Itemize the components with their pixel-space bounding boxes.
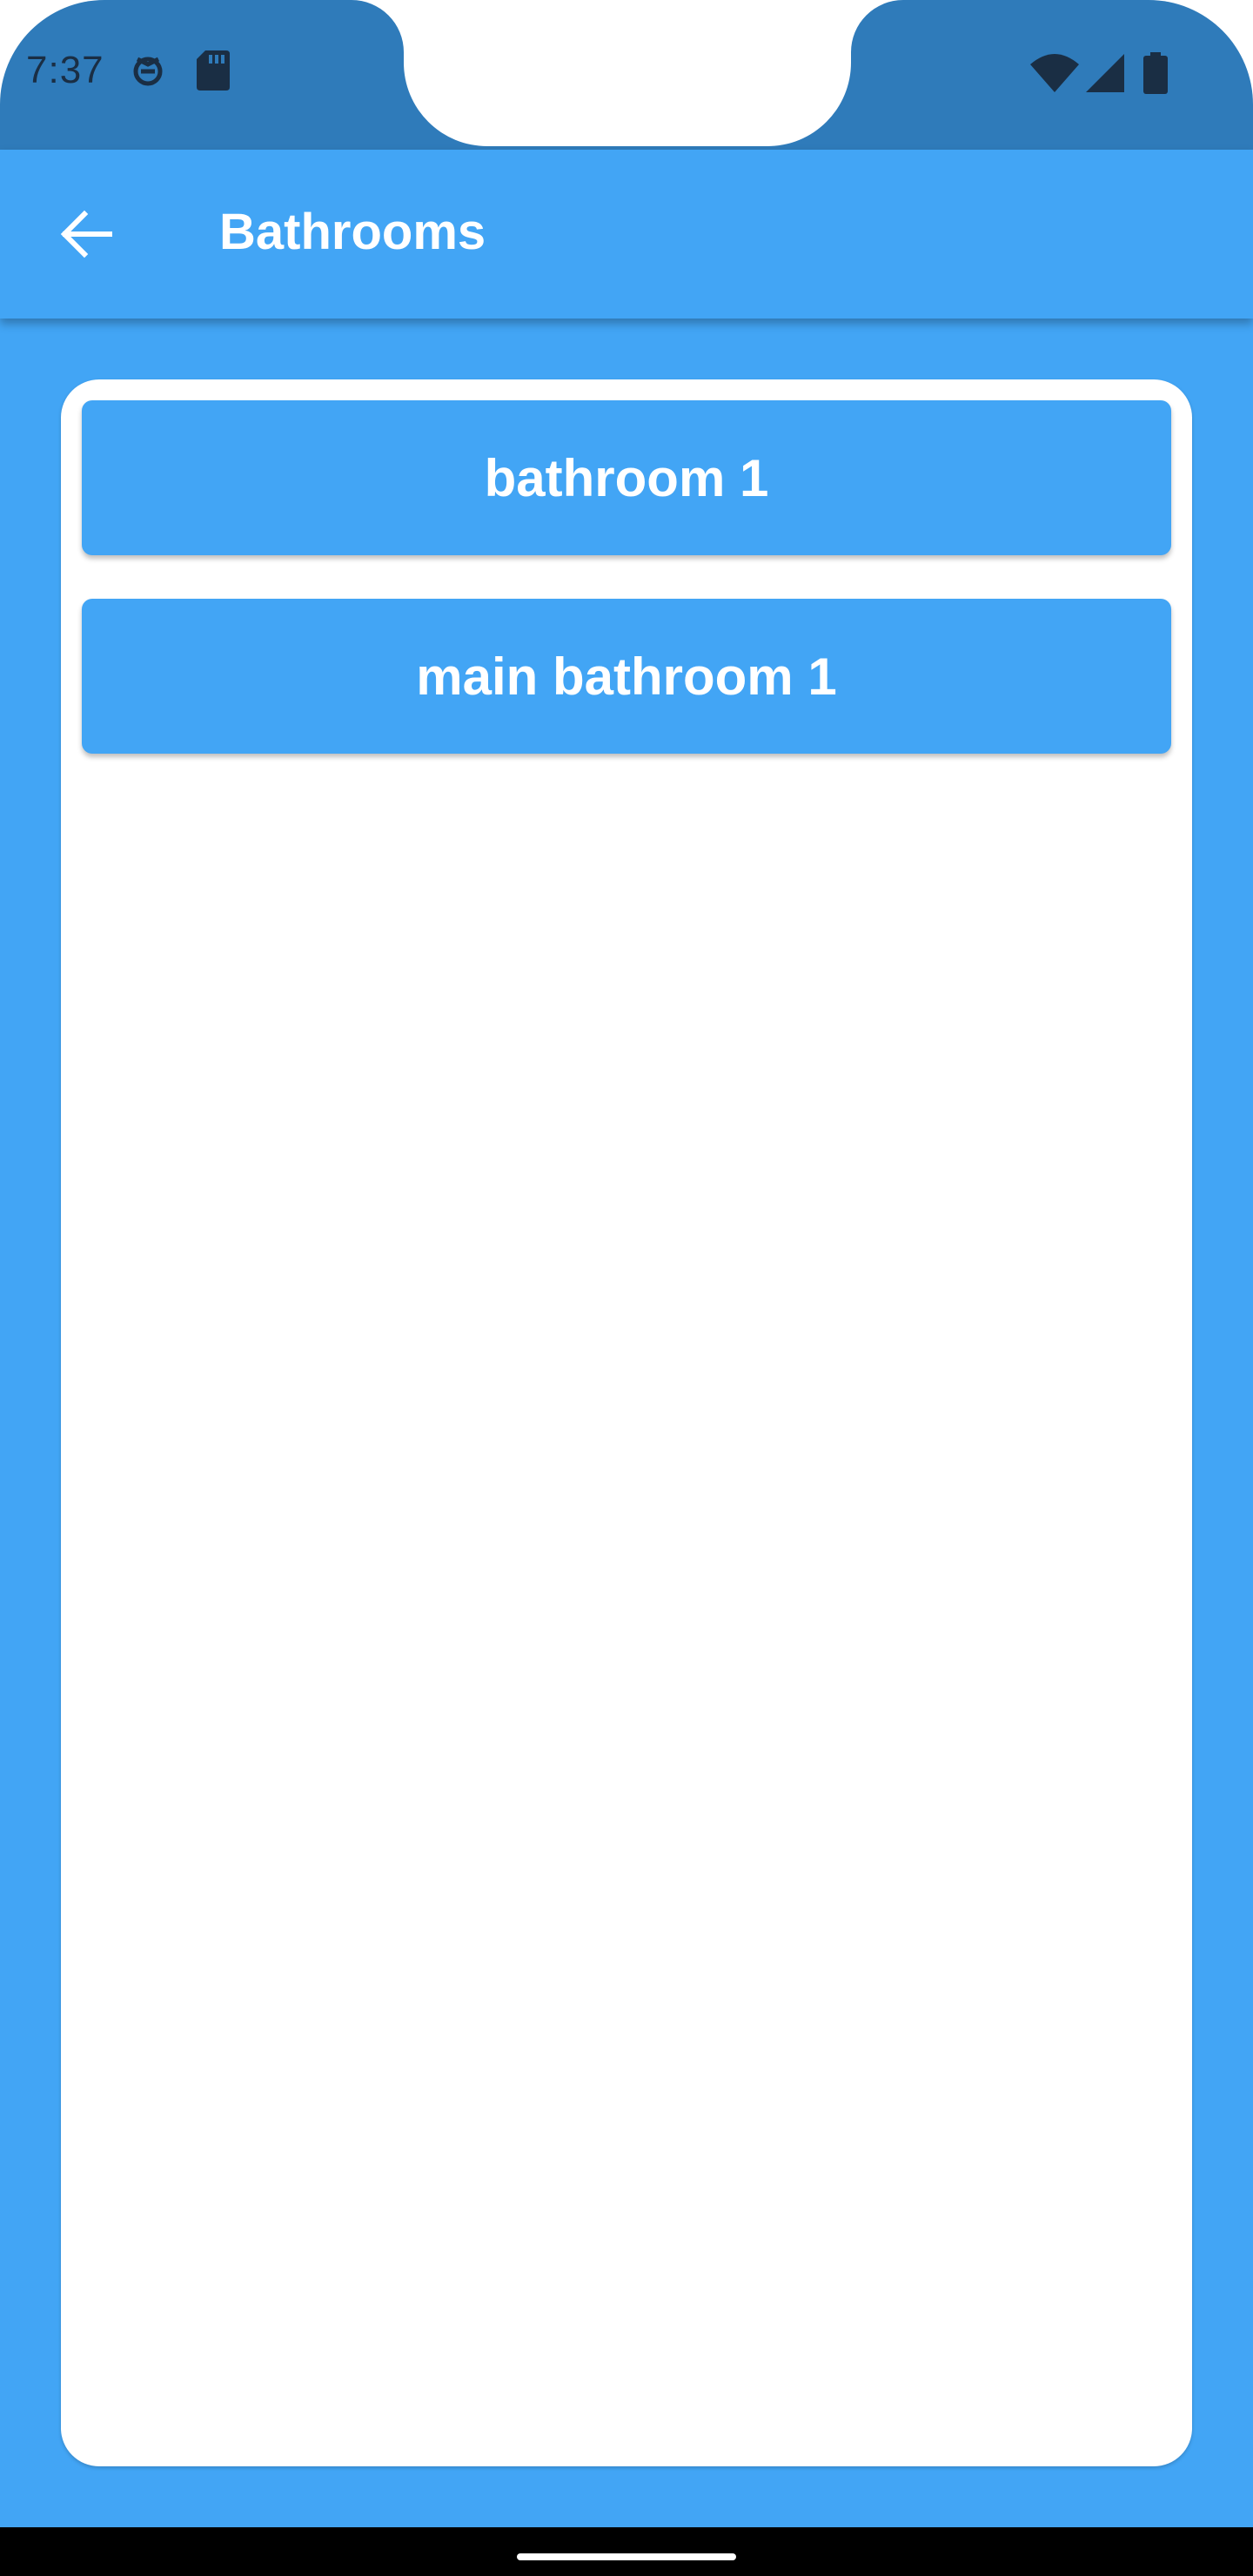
app-bar: Bathrooms	[0, 150, 1253, 319]
status-bar: 7:37	[0, 0, 1253, 150]
rooms-list-card: bathroom 1 main bathroom 1	[61, 379, 1192, 2466]
battery-icon	[1143, 52, 1168, 98]
vpn-key-icon	[131, 50, 165, 97]
sd-card-icon	[197, 50, 230, 95]
app-screen: 7:37 Bathrooms bathroom 1 main bathroom …	[0, 0, 1253, 2527]
system-navigation-bar	[0, 2527, 1253, 2576]
back-button[interactable]	[47, 196, 124, 272]
room-button-bathroom-1[interactable]: bathroom 1	[82, 400, 1171, 555]
display-notch	[404, 0, 851, 146]
status-time: 7:37	[26, 49, 104, 91]
home-indicator[interactable]	[517, 2553, 736, 2560]
cell-signal-icon	[1086, 54, 1124, 97]
page-title: Bathrooms	[219, 204, 486, 260]
arrow-back-icon	[60, 210, 112, 258]
wifi-icon	[1030, 54, 1079, 97]
room-button-main-bathroom-1[interactable]: main bathroom 1	[82, 599, 1171, 754]
